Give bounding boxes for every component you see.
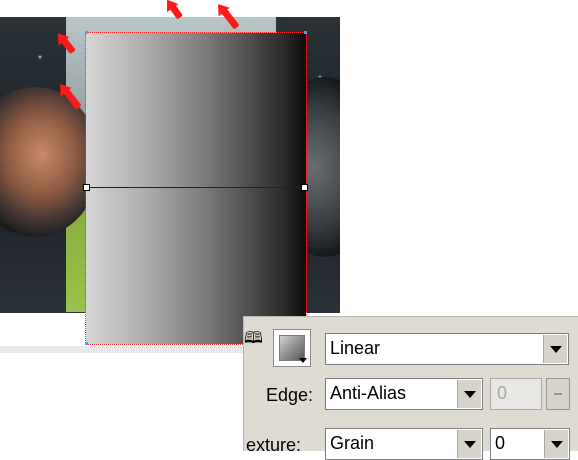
swatch-dropdown-icon	[299, 358, 307, 363]
texture-amount-value: 0	[495, 433, 506, 453]
canvas-horizontal-scrollbar[interactable]	[0, 346, 250, 353]
texture-value: Grain	[330, 433, 375, 453]
texture-label: exture:	[246, 435, 302, 455]
selection-corner-handle[interactable]	[304, 31, 307, 34]
feather-slider-button	[546, 378, 570, 410]
selection-corner-handle[interactable]	[85, 342, 88, 345]
edge-label: Edge:	[266, 385, 314, 405]
gradient-rectangle[interactable]	[85, 32, 307, 345]
gradient-direction-line[interactable]	[86, 187, 306, 188]
paint-bucket-icon[interactable]: 🕮	[244, 331, 263, 347]
chevron-down-icon[interactable]	[544, 430, 568, 458]
selection-corner-handle[interactable]	[85, 31, 88, 34]
fill-type-select[interactable]: Linear	[325, 333, 569, 365]
chevron-down-icon[interactable]	[543, 335, 567, 363]
fill-color-swatch[interactable]	[273, 329, 311, 367]
edge-select[interactable]: Anti-Alias	[325, 378, 483, 410]
chevron-down-icon[interactable]	[457, 430, 481, 458]
fill-type-value: Linear	[330, 338, 381, 358]
texture-amount-select[interactable]: 0	[490, 428, 570, 460]
feather-amount-field: 0	[490, 378, 542, 410]
gradient-start-handle[interactable]	[83, 184, 90, 191]
chevron-down-icon[interactable]	[457, 380, 481, 408]
slider-icon	[554, 393, 562, 395]
texture-select[interactable]: Grain	[325, 428, 483, 460]
edge-value: Anti-Alias	[330, 383, 407, 403]
gradient-end-handle[interactable]	[301, 184, 308, 191]
